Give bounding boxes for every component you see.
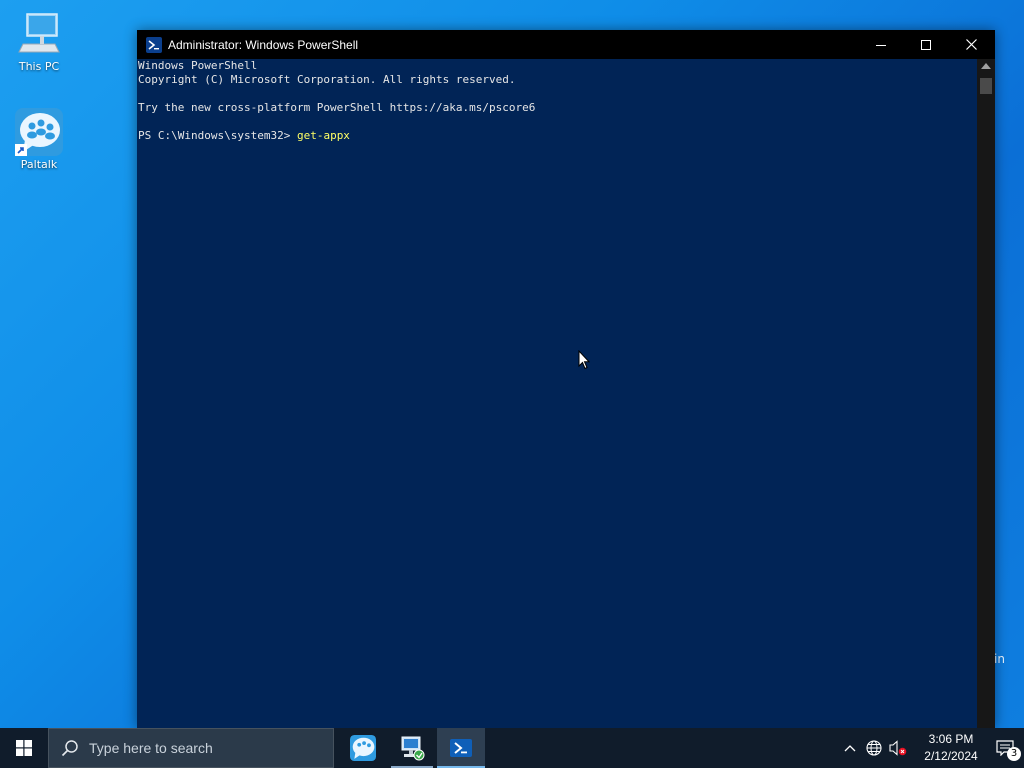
minimize-icon [876,44,886,46]
console-line: Windows PowerShell [138,59,258,72]
close-button[interactable] [948,30,994,59]
maximize-button[interactable] [903,30,949,59]
volume-button[interactable] [886,728,910,768]
desktop-icon-label: This PC [18,60,60,73]
console-line: Try the new cross-platform PowerShell ht… [138,101,536,114]
system-tray: 3:06 PM 2/12/2024 3 [838,728,1024,768]
console-line: Copyright (C) Microsoft Corporation. All… [138,73,516,86]
powershell-icon [450,739,472,757]
powershell-window[interactable]: Administrator: Windows PowerShell Window… [137,30,995,728]
paltalk-icon [15,108,63,156]
shortcut-arrow-icon [15,144,27,156]
start-button[interactable] [0,728,48,768]
console-prompt: PS C:\Windows\system32> [138,129,297,142]
taskbar-search-box[interactable]: Type here to search [48,728,334,768]
show-hidden-icons-button[interactable] [838,728,862,768]
notification-count-badge: 3 [1007,747,1021,761]
minimize-button[interactable] [858,30,904,59]
mouse-cursor-icon [578,350,590,370]
network-status-button[interactable] [862,728,886,768]
clock-date: 2/12/2024 [924,749,978,763]
console-command[interactable]: get-appx [297,129,350,142]
speaker-muted-icon [889,740,907,756]
paltalk-icon [350,735,376,761]
desktop-icon-this-pc[interactable]: This PC [4,10,74,73]
maximize-icon [921,39,931,50]
windows-logo-icon [16,740,32,756]
search-icon [61,740,78,757]
console-output[interactable]: Windows PowerShell Copyright (C) Microso… [137,59,977,728]
console-prompt-line[interactable]: PS C:\Windows\system32> get-appx [137,129,977,143]
window-title: Administrator: Windows PowerShell [168,37,359,52]
close-icon [965,39,977,50]
taskbar: Type here to search 3:06 PM 2/12/2024 3 [0,728,1024,768]
network-computer-icon [401,736,425,761]
scrollbar-thumb[interactable] [980,78,992,94]
title-bar[interactable]: Administrator: Windows PowerShell [137,30,995,59]
clock-time: 3:06 PM [928,732,974,746]
powershell-icon [146,36,162,53]
scroll-up-arrow-icon[interactable] [981,63,991,69]
search-placeholder: Type here to search [89,740,213,756]
vertical-scrollbar[interactable] [977,59,995,728]
taskbar-app-paltalk[interactable] [339,728,387,768]
clock[interactable]: 3:06 PM 2/12/2024 [916,731,986,765]
activation-watermark-text: in [994,652,1005,666]
taskbar-app-powershell[interactable] [437,728,485,768]
globe-network-icon [866,740,882,756]
desktop-icon-label: Paltalk [20,158,58,171]
taskbar-app-network-admin[interactable] [388,728,436,768]
desktop-icon-paltalk[interactable]: Paltalk [4,108,74,171]
chevron-up-icon [844,745,856,752]
action-center-button[interactable]: 3 [986,728,1024,768]
computer-icon [15,10,63,58]
